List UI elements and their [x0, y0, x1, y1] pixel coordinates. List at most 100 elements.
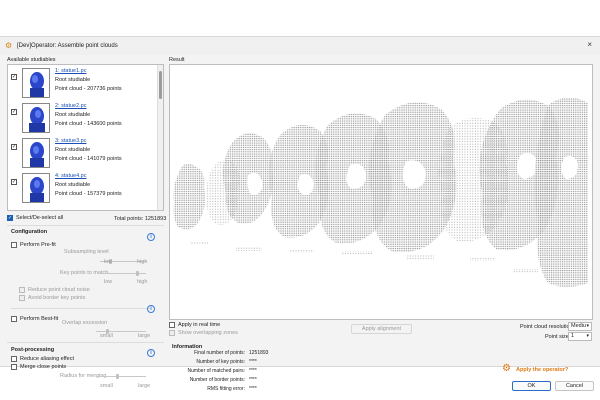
statue-thumbnail [22, 173, 50, 203]
operator-window: ⚙ [Dev]Operator: Assemble point clouds ×… [0, 36, 600, 392]
gear-icon: ⚙ [5, 41, 13, 50]
overlap-zones-checkbox[interactable] [169, 330, 175, 336]
avoid-border-checkbox[interactable] [19, 295, 25, 301]
slider-knob[interactable] [116, 374, 119, 379]
item-points: Point cloud - 207736 points [55, 86, 122, 92]
statue-thumbnail [22, 138, 50, 168]
studiables-list[interactable]: ✓ 1: statue1.pc Root studiable Point clo… [7, 64, 164, 211]
item-points: Point cloud - 143600 points [55, 121, 122, 127]
slider-low: low [104, 259, 113, 265]
point-size-select[interactable]: 1 ▾ [568, 332, 592, 341]
avoid-border-row[interactable]: Avoid border key points [19, 295, 85, 301]
select-all-checkbox[interactable]: ✓ [7, 215, 13, 221]
divider [7, 342, 164, 343]
point-cloud-render [173, 97, 588, 287]
slider-knob[interactable] [136, 271, 139, 276]
resolution-label: Point cloud resolution: [520, 324, 575, 330]
prefit-label: Perform Pre-fit [20, 242, 56, 248]
merge-close-checkbox[interactable] [11, 364, 17, 370]
item-points: Point cloud - 141079 points [55, 156, 122, 162]
post-processing-title: Post-processing [11, 347, 55, 353]
slider-high: high [137, 259, 148, 265]
point-size-label: Point size: [545, 334, 571, 340]
point-size-value: 1 [571, 333, 575, 339]
apply-alignment-button[interactable]: Apply alignment [351, 324, 412, 334]
info-value: **** [249, 359, 257, 365]
chevron-down-icon: ▾ [586, 333, 589, 339]
slider-large: large [138, 333, 151, 339]
bestfit-row[interactable]: Perform Best-fit [11, 316, 58, 322]
list-scrollbar[interactable] [157, 65, 163, 210]
subsampling-label: Subsampling level [64, 249, 109, 255]
reduce-noise-label: Reduce point cloud noise [28, 287, 90, 293]
prefit-checkbox[interactable] [11, 242, 17, 248]
merge-close-label: Merge close points [20, 364, 67, 370]
select-all-row[interactable]: ✓ Select/De-select all [7, 215, 63, 221]
window-title: [Dev]Operator: Assemble point clouds [17, 43, 118, 49]
overlap-slider[interactable] [96, 329, 146, 334]
info-key: Final number of points: [194, 350, 245, 356]
reduce-aliasing-checkbox[interactable] [11, 356, 17, 362]
radius-slider[interactable] [96, 374, 146, 379]
apply-operator-label: Apply the operator? [516, 367, 569, 373]
configuration-title: Configuration [11, 229, 48, 235]
realtime-label: Apply in real time [178, 322, 221, 328]
cancel-button[interactable]: Cancel [555, 381, 594, 391]
slider-small: small [100, 383, 113, 389]
item-name[interactable]: 2: statue2.pc [55, 103, 87, 109]
close-icon[interactable]: × [587, 40, 592, 49]
reduce-aliasing-row[interactable]: Reduce aliasing effect [11, 356, 74, 362]
slider-high: high [137, 279, 148, 285]
divider [7, 225, 164, 226]
item-checkbox[interactable]: ✓ [11, 144, 17, 150]
list-item[interactable]: ✓ 4: statue4.pc Root studiable Point clo… [8, 173, 158, 210]
overlap-zones-label: Show overlapping zones [178, 330, 238, 336]
item-name[interactable]: 4: statue4.pc [55, 173, 87, 179]
scrollbar-thumb[interactable] [159, 71, 162, 99]
statue-cloud [534, 97, 588, 287]
item-type: Root studiable [55, 147, 91, 153]
result-label: Result [169, 57, 185, 63]
item-name[interactable]: 1: statue1.pc [55, 68, 87, 74]
divider [11, 308, 151, 309]
list-item[interactable]: ✓ 2: statue2.pc Root studiable Point clo… [8, 103, 158, 143]
bestfit-checkbox[interactable] [11, 316, 17, 322]
point-cloud-viewport[interactable] [169, 64, 593, 320]
statue-thumbnail [22, 68, 50, 98]
info-value: **** [249, 386, 257, 392]
overlap-zones-row[interactable]: Show overlapping zones [169, 330, 238, 336]
avoid-border-label: Avoid border key points [28, 295, 86, 301]
list-item[interactable]: ✓ 1: statue1.pc Root studiable Point clo… [8, 68, 158, 108]
reduce-aliasing-label: Reduce aliasing effect [20, 356, 75, 362]
item-name[interactable]: 3: statue3.pc [55, 138, 87, 144]
item-checkbox[interactable]: ✓ [11, 109, 17, 115]
key-points-slider[interactable] [100, 271, 146, 276]
info-value: **** [249, 377, 257, 383]
item-type: Root studiable [55, 112, 91, 118]
realtime-checkbox[interactable] [169, 322, 175, 328]
reduce-noise-row[interactable]: Reduce point cloud noise [19, 287, 90, 293]
item-points: Point cloud - 157379 points [55, 191, 122, 197]
reduce-noise-checkbox[interactable] [19, 287, 25, 293]
total-points: Total points: 1251893 [114, 216, 167, 222]
realtime-row[interactable]: Apply in real time [169, 322, 220, 328]
slider-low: low [104, 279, 113, 285]
resolution-select[interactable]: Mediu ▾ [568, 322, 592, 331]
info-icon[interactable]: i [147, 349, 155, 357]
ok-button[interactable]: OK [512, 381, 551, 391]
slider-small: small [100, 333, 113, 339]
item-checkbox[interactable]: ✓ [11, 179, 17, 185]
bestfit-label: Perform Best-fit [20, 316, 59, 322]
info-value: 1251893 [249, 350, 269, 356]
item-checkbox[interactable]: ✓ [11, 74, 17, 80]
available-studiables-label: Available studiables [7, 57, 56, 63]
list-item[interactable]: ✓ 3: statue3.pc Root studiable Point clo… [8, 138, 158, 178]
scattered-points [190, 241, 538, 273]
title-bar: ⚙ [Dev]Operator: Assemble point clouds × [0, 37, 600, 55]
merge-close-row[interactable]: Merge close points [11, 364, 66, 370]
resolution-value: Mediu [571, 323, 586, 329]
info-icon[interactable]: i [147, 305, 155, 313]
prefit-row[interactable]: Perform Pre-fit [11, 242, 56, 248]
select-all-label: Select/De-select all [16, 215, 64, 221]
info-icon[interactable]: i [147, 233, 155, 241]
